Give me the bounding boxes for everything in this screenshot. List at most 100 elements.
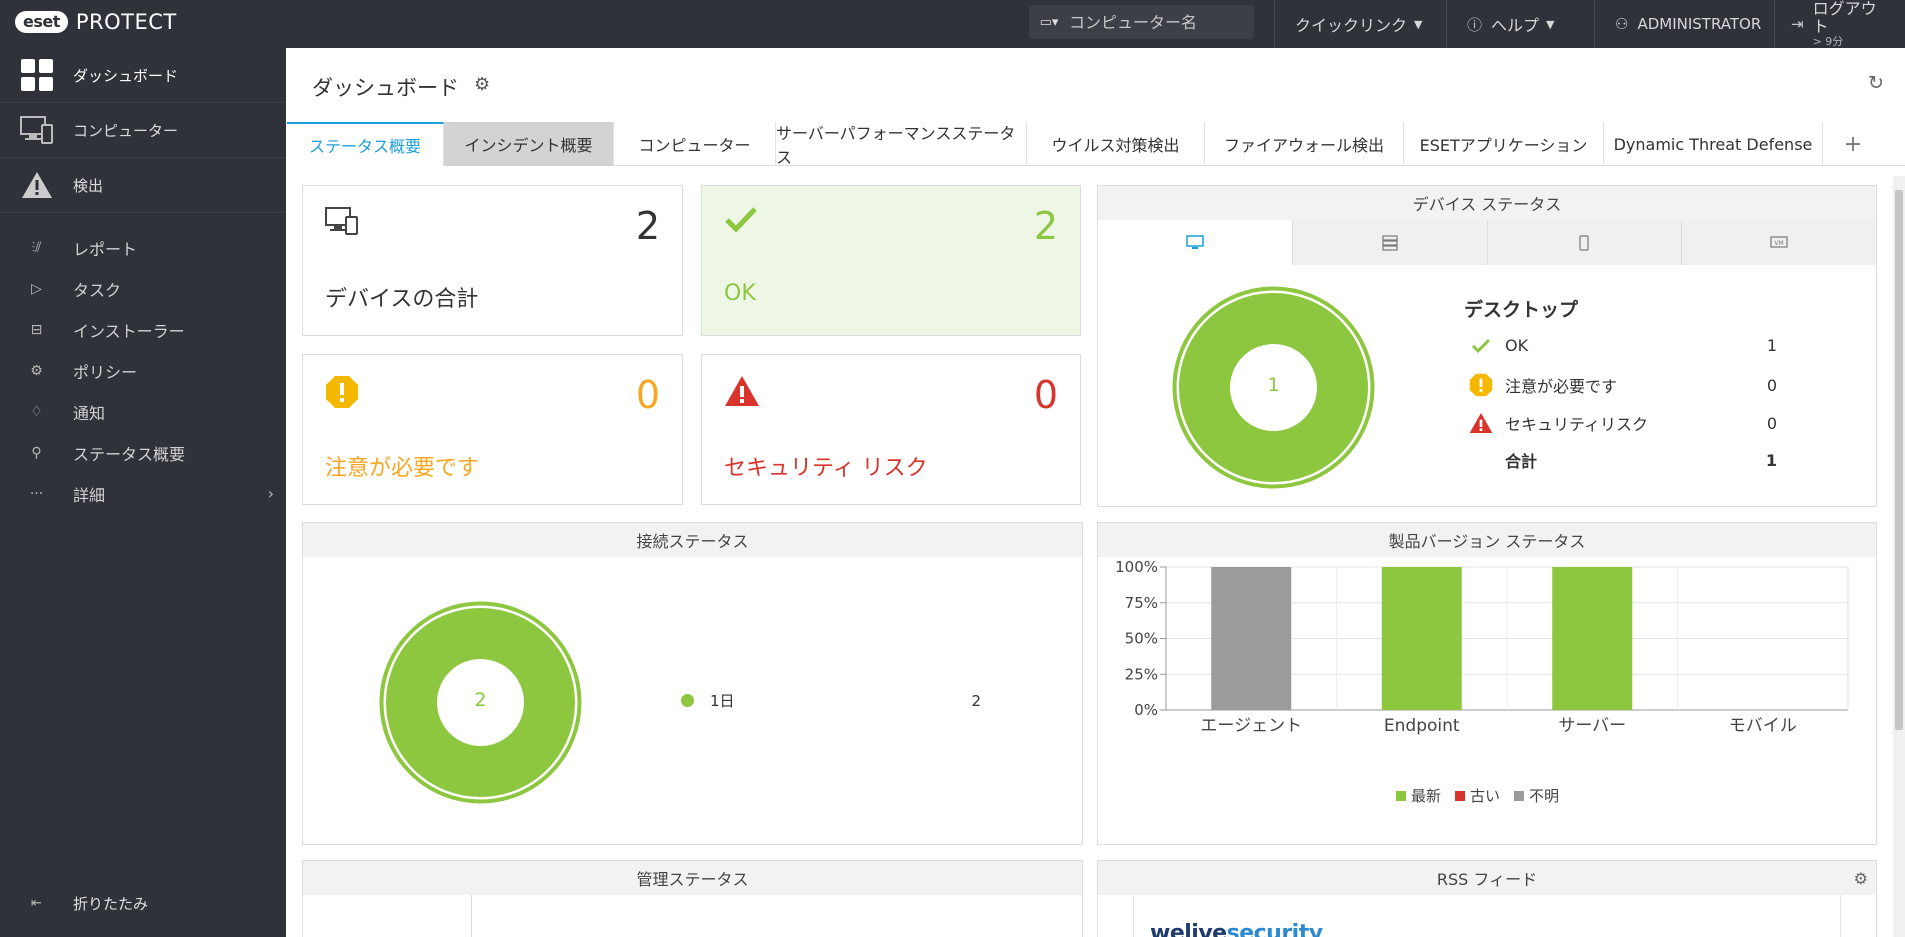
- sidebar: ダッシュボード コンピューター 検出 ⫶⫽ レポート ▷ タスク ⊟ インストー…: [0, 48, 286, 937]
- legend-item-latest[interactable]: 最新: [1396, 785, 1441, 806]
- monitor-dropdown-icon[interactable]: ▭▾: [1029, 15, 1069, 30]
- sidebar-item-installers[interactable]: ⊟ インストーラー: [0, 309, 286, 350]
- search-input[interactable]: [1069, 12, 1249, 32]
- gear-icon: ⚙: [30, 362, 43, 379]
- bar-最新[interactable]: [1381, 567, 1462, 710]
- tab-server[interactable]: [1293, 220, 1488, 265]
- page-title: ダッシュボード: [312, 76, 459, 100]
- legend-value: 0: [1766, 375, 1777, 395]
- y-tick-label: 0%: [1134, 701, 1158, 719]
- status-icon: ⚲: [31, 444, 42, 461]
- sidebar-item-status-overview[interactable]: ⚲ ステータス概要: [0, 432, 286, 473]
- sidebar-item-dashboard[interactable]: ダッシュボード: [0, 48, 286, 103]
- legend-item-unknown[interactable]: 不明: [1514, 785, 1559, 806]
- risk-label: セキュリティ リスク: [724, 456, 928, 481]
- dashboard-tabs: ステータス概要 インシデント概要 コンピューター サーバーパフォーマンスステータ…: [287, 122, 1905, 167]
- dashboard-settings-icon[interactable]: ⚙: [474, 74, 490, 95]
- chevron-down-icon: ▼: [1546, 17, 1555, 31]
- legend-label: 1日: [710, 692, 735, 710]
- bar-最新[interactable]: [1552, 567, 1633, 710]
- risk-icon: [1457, 412, 1505, 434]
- x-tick-label: エージェント: [1200, 716, 1302, 736]
- sidebar-item-label: 通知: [73, 403, 106, 423]
- collapse-icon: ⇤: [31, 895, 42, 911]
- sidebar-item-tasks[interactable]: ▷ タスク: [0, 268, 286, 309]
- computer-icon: [0, 115, 73, 145]
- sidebar-item-notifications[interactable]: ♢ 通知: [0, 391, 286, 432]
- donut-center-value: 2: [474, 689, 487, 711]
- sidebar-item-more[interactable]: ··· 詳細 ›: [0, 473, 286, 514]
- sidebar-item-label: レポート: [73, 239, 138, 259]
- legend-label: 注意が必要です: [1505, 377, 1618, 396]
- scrollbar-thumb[interactable]: [1895, 190, 1903, 730]
- legend-value: 1: [1766, 336, 1777, 355]
- card-security-risk[interactable]: 0 セキュリティ リスク: [701, 354, 1081, 505]
- add-tab-button[interactable]: +: [1823, 122, 1883, 166]
- tab-eset-applications[interactable]: ESETアプリケーション: [1404, 122, 1604, 166]
- attention-count: 0: [635, 373, 660, 417]
- product-version-panel: 製品バージョン ステータス 0% 25% 50% 75% 100% エージェント Endpo…: [1097, 522, 1877, 845]
- sidebar-item-label: タスク: [73, 280, 122, 300]
- logout-label: ログアウト: [1812, 0, 1877, 36]
- user-name: ADMINISTRATOR: [1637, 15, 1762, 33]
- refresh-icon[interactable]: ↻: [1868, 72, 1884, 94]
- quick-links-label: クイックリンク: [1295, 16, 1408, 35]
- sidebar-item-computers[interactable]: コンピューター: [0, 103, 286, 158]
- warning-icon: [0, 170, 73, 200]
- legend-row-total: 合計 1: [1457, 448, 1777, 472]
- chart-icon: ⫶⫽: [31, 239, 42, 256]
- bar-不明[interactable]: [1211, 567, 1292, 710]
- y-tick-label: 75%: [1125, 594, 1158, 612]
- tab-status-overview[interactable]: ステータス概要: [287, 122, 444, 166]
- tab-server-performance[interactable]: サーバーパフォーマンスステータス: [776, 122, 1027, 167]
- card-ok[interactable]: 2 OK: [701, 185, 1081, 336]
- legend-value: 0: [1766, 413, 1777, 433]
- sidebar-item-policies[interactable]: ⚙ ポリシー: [0, 350, 286, 391]
- help-menu[interactable]: ⓘ ヘルプ ▼: [1446, 0, 1594, 48]
- tab-firewall-detections[interactable]: ファイアウォール検出: [1205, 122, 1404, 166]
- collapse-label: 折りたたみ: [73, 894, 149, 913]
- device-status-panel: デバイス ステータス VM 1 デスクトップ OK 1 注意が必要です 0 セキ…: [1097, 185, 1877, 507]
- sidebar-item-label: 詳細: [73, 485, 106, 505]
- tab-computers[interactable]: コンピューター: [614, 122, 776, 166]
- panel-title: デバイス ステータス: [1098, 186, 1876, 220]
- rss-panel-header: RSS フィード ⚙: [1098, 861, 1876, 895]
- chart-legend: 最新 古い 不明: [1396, 785, 1559, 806]
- tab-desktop[interactable]: [1098, 220, 1293, 265]
- tab-antivirus-detections[interactable]: ウイルス対策検出: [1027, 122, 1205, 166]
- collapse-sidebar-button[interactable]: ⇤ 折りたたみ: [0, 888, 148, 918]
- top-bar: eset PROTECT ▭▾ クイックリンク ▼ ⓘ ヘルプ ▼ ⚇ ADMINIST…: [0, 0, 1905, 48]
- eset-logo[interactable]: eset PROTECT: [15, 10, 177, 34]
- tab-dynamic-threat-defense[interactable]: Dynamic Threat Defense: [1604, 122, 1823, 166]
- gear-icon[interactable]: ⚙: [1854, 869, 1868, 888]
- user-icon: ⚇: [1615, 15, 1629, 33]
- sidebar-item-reports[interactable]: ⫶⫽ レポート: [0, 227, 286, 268]
- content-scrollbar[interactable]: [1893, 176, 1905, 937]
- device-category-title: デスクトップ: [1464, 299, 1579, 321]
- x-tick-label: モバイル: [1729, 716, 1797, 736]
- tab-incident-overview[interactable]: インシデント概要: [444, 122, 614, 166]
- sidebar-item-detections[interactable]: 検出: [0, 158, 286, 213]
- panel-title: 管理ステータス: [303, 861, 1082, 895]
- tab-vm[interactable]: VM: [1682, 220, 1876, 265]
- legend-item-outdated[interactable]: 古い: [1455, 785, 1500, 806]
- card-total-devices[interactable]: 2 デバイスの合計: [302, 185, 683, 336]
- x-tick-label: サーバー: [1558, 716, 1626, 736]
- user-menu[interactable]: ⚇ ADMINISTRATOR: [1594, 0, 1774, 48]
- legend-label: OK: [1505, 336, 1529, 355]
- welivesecurity-logo[interactable]: welivesecurity: [1150, 921, 1323, 937]
- panel-title: RSS フィード: [1436, 870, 1538, 889]
- y-tick-label: 50%: [1125, 630, 1158, 648]
- quick-links-menu[interactable]: クイックリンク ▼: [1274, 0, 1446, 48]
- total-devices-label: デバイスの合計: [325, 287, 479, 312]
- logout-button[interactable]: ⇥ ログアウト > 9分: [1774, 0, 1905, 48]
- ok-count: 2: [1033, 204, 1058, 248]
- installer-icon: ⊟: [30, 321, 43, 338]
- sidebar-item-label: インストーラー: [73, 321, 185, 341]
- x-tick-label: Endpoint: [1384, 716, 1460, 736]
- computer-search[interactable]: ▭▾: [1029, 5, 1254, 39]
- session-timer: > 9分: [1812, 35, 1844, 48]
- tab-mobile[interactable]: [1488, 220, 1683, 265]
- card-attention-required[interactable]: 0 注意が必要です: [302, 354, 683, 505]
- sidebar-item-label: コンピューター: [73, 121, 179, 140]
